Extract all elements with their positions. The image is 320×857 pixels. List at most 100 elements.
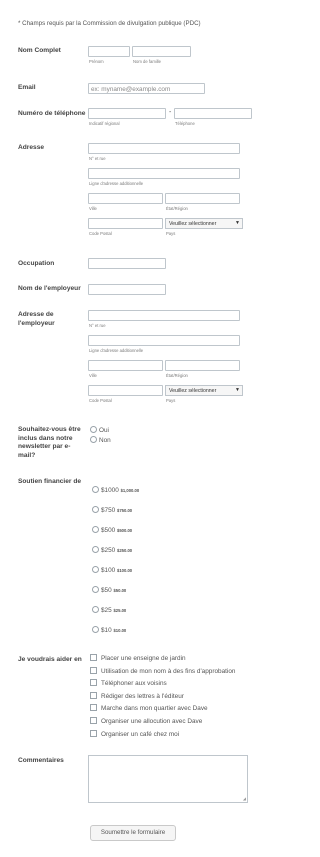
address-postal-input[interactable] — [88, 218, 163, 229]
employer-postal-sub: Code Postal — [89, 398, 112, 403]
radio-button[interactable] — [90, 436, 97, 443]
radio-button[interactable] — [92, 586, 99, 593]
email-placeholder: ex: myname@example.com — [91, 86, 171, 93]
phone-area-input[interactable] — [88, 108, 166, 119]
checkbox[interactable] — [90, 729, 97, 737]
support-option[interactable]: $250 $250.00 — [92, 546, 132, 554]
checkbox[interactable] — [90, 666, 97, 674]
address-country-value: Veuillez sélectionner — [169, 221, 217, 227]
email-input[interactable]: ex: myname@example.com — [88, 83, 205, 94]
employer-line2-input[interactable] — [88, 335, 240, 346]
submit-button[interactable]: Soumettre le formulaire — [90, 825, 176, 841]
support-option-label: $25 — [101, 607, 112, 614]
help-option-label: Organiser une allocution avec Dave — [101, 718, 203, 725]
help-option-label: Marche dans mon quartier avec Dave — [101, 705, 208, 713]
support-option-label: $250 — [101, 547, 116, 554]
employer-city-input[interactable] — [88, 360, 163, 371]
employer-input[interactable] — [88, 284, 166, 295]
comments-textarea[interactable]: ◢ — [88, 755, 248, 803]
address-line2-input[interactable] — [88, 168, 240, 179]
phone-number-sub: Téléphone — [175, 121, 195, 126]
address-city-sub: Ville — [89, 206, 97, 211]
employer-state-input[interactable] — [165, 360, 240, 371]
checkbox[interactable] — [90, 717, 97, 724]
employer-street-input[interactable] — [88, 310, 240, 321]
support-option-label: $10 — [101, 627, 112, 634]
checkbox[interactable] — [90, 691, 97, 699]
checkbox[interactable] — [90, 704, 97, 712]
email-label: Email — [18, 84, 36, 91]
support-option-label: $50 — [101, 587, 112, 594]
radio-button[interactable] — [92, 626, 99, 633]
support-option-label: $100 — [101, 567, 116, 574]
employer-postal-input[interactable] — [88, 385, 163, 396]
employer-city-sub: Ville — [89, 373, 97, 378]
address-street-input[interactable] — [88, 143, 240, 154]
checkbox[interactable] — [90, 679, 97, 687]
address-country-select[interactable]: Veuillez sélectionner ▼ — [165, 218, 243, 229]
help-option[interactable]: Placer une enseigne de jardin — [90, 654, 186, 662]
radio-button[interactable] — [92, 486, 99, 493]
employer-country-value: Veuillez sélectionner — [169, 388, 217, 394]
help-option[interactable]: Téléphoner aux voisins — [90, 679, 167, 687]
support-option-label: $500 — [101, 527, 116, 534]
chevron-down-icon: ▼ — [235, 387, 240, 393]
support-label: Soutien financier de — [18, 478, 82, 485]
help-option[interactable]: Utilisation de mon nom à des fins d'appr… — [90, 666, 236, 675]
first-name-input[interactable] — [88, 46, 130, 57]
support-option-label: $750 — [101, 507, 116, 514]
address-state-input[interactable] — [165, 193, 240, 204]
employer-label: Nom de l'employeur — [18, 285, 81, 292]
occupation-input[interactable] — [88, 258, 166, 269]
help-option-label: Rédiger des lettres à l'éditeur — [101, 692, 184, 700]
phone-separator: - — [169, 109, 172, 116]
employer-line2-sub: Ligne d'adresse additionnelle — [89, 348, 144, 353]
help-option[interactable]: Organiser une allocution avec Dave — [90, 717, 202, 725]
newsletter-option-non[interactable]: Non — [90, 436, 111, 444]
phone-number-input[interactable] — [174, 108, 252, 119]
support-option[interactable]: $750 $750.00 — [92, 506, 132, 514]
last-name-sub: Nom de famille — [133, 59, 161, 64]
employer-street-sub: N° et rue — [89, 323, 106, 328]
support-option[interactable]: $500 $500.00 — [92, 526, 132, 534]
radio-button[interactable] — [90, 426, 97, 433]
address-line2-sub: Ligne d'adresse additionnelle — [89, 181, 144, 186]
resize-grip-icon[interactable]: ◢ — [243, 796, 246, 801]
support-option-amount: $250.00 — [117, 548, 133, 553]
phone-label: Numéro de téléphone — [18, 110, 86, 117]
radio-button[interactable] — [92, 546, 99, 553]
support-option[interactable]: $10 $10.00 — [92, 626, 126, 634]
radio-button[interactable] — [92, 566, 99, 573]
last-name-input[interactable] — [132, 46, 191, 57]
support-option-label: $1000 — [101, 487, 119, 494]
support-option[interactable]: $100 $100.00 — [92, 566, 132, 574]
help-option-label: Placer une enseigne de jardin — [101, 655, 186, 662]
address-label: Adresse — [18, 144, 45, 151]
support-option-amount: $25.00 — [113, 608, 127, 613]
required-note: * Champs requis par la Commission de div… — [18, 20, 201, 27]
phone-area-sub: Indicatif régional — [89, 121, 120, 126]
support-option[interactable]: $25 $25.00 — [92, 606, 126, 614]
support-option[interactable]: $1000 $1,000.00 — [92, 486, 139, 494]
support-option-amount: $100.00 — [117, 568, 133, 573]
employer-state-sub: État/Région — [166, 373, 188, 378]
employer-country-sub: Pays — [166, 398, 176, 403]
checkbox[interactable] — [90, 654, 97, 661]
help-label: Je voudrais aider en — [18, 656, 82, 663]
first-name-sub: Prénom — [89, 59, 104, 64]
address-city-input[interactable] — [88, 193, 163, 204]
comments-label: Commentaires — [18, 757, 64, 764]
employer-address-label: Adresse de l'employeur — [18, 311, 55, 327]
help-option[interactable]: Organiser un café chez moi — [90, 729, 180, 738]
help-option[interactable]: Marche dans mon quartier avec Dave — [90, 704, 208, 712]
employer-country-select[interactable]: Veuillez sélectionner ▼ — [165, 385, 243, 396]
radio-button[interactable] — [92, 506, 99, 513]
radio-button[interactable] — [92, 526, 99, 533]
help-option-label: Utilisation de mon nom à des fins d'appr… — [101, 667, 236, 675]
help-option[interactable]: Rédiger des lettres à l'éditeur — [90, 691, 184, 700]
newsletter-label: Souhaitez-vous être inclus dans notre ne… — [18, 426, 81, 459]
support-option[interactable]: $50 $50.00 — [92, 586, 126, 594]
newsletter-option-oui[interactable]: Oui — [90, 426, 109, 434]
help-option-label: Organiser un café chez moi — [101, 730, 180, 738]
radio-button[interactable] — [92, 606, 99, 613]
